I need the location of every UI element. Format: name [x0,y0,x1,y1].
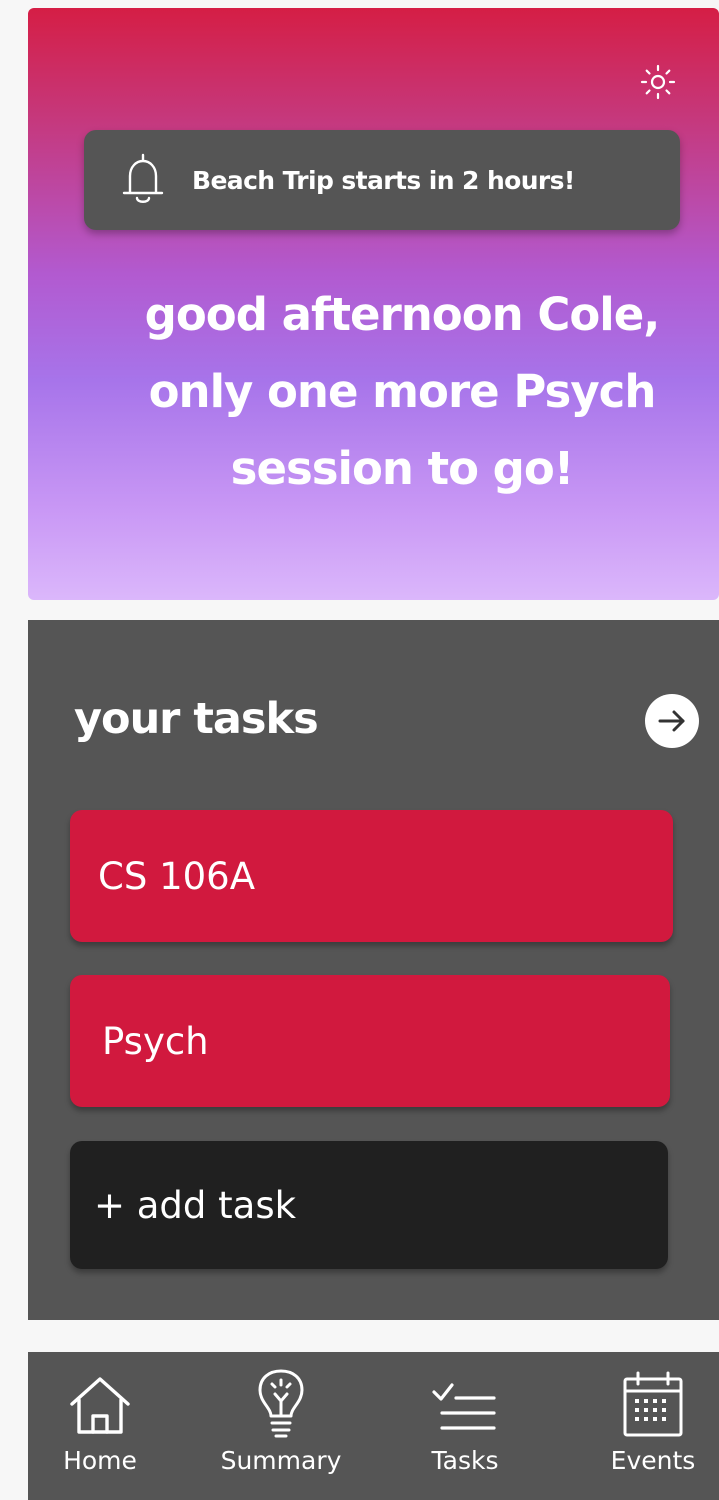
task-label: CS 106A [98,854,256,898]
greeting-line: session to go! [230,442,575,495]
home-icon [70,1377,130,1434]
event-notification[interactable]: Beach Trip starts in 2 hours! [84,130,680,230]
nav-item-home[interactable]: Home [48,1352,152,1500]
checklist-icon [432,1383,496,1430]
notification-text: Beach Trip starts in 2 hours! [192,165,575,195]
lightbulb-icon [258,1369,304,1438]
bottom-nav: Home Summary Tasks Events [28,1352,719,1500]
bell-icon [122,153,164,203]
task-label: Psych [102,1019,209,1063]
nav-item-tasks[interactable]: Tasks [412,1352,518,1500]
nav-label: Events [610,1446,696,1475]
task-card[interactable]: Psych [70,975,670,1107]
task-card[interactable]: CS 106A [70,810,673,942]
sun-icon[interactable] [640,64,676,100]
add-task-label: + add task [94,1183,297,1227]
add-task-button[interactable]: + add task [70,1141,668,1269]
nav-label: Summary [220,1446,342,1475]
greeting-message: good afternoon Cole, only one more Psych… [92,276,712,507]
nav-label: Tasks [431,1446,499,1475]
greeting-line: good afternoon Cole, [144,288,661,341]
calendar-icon [623,1371,683,1437]
nav-item-summary[interactable]: Summary [204,1352,358,1500]
nav-item-events[interactable]: Events [594,1352,712,1500]
arrow-right-circle-icon[interactable] [645,694,699,748]
nav-label: Home [63,1446,137,1475]
tasks-heading: your tasks [74,694,319,744]
greeting-line: only one more Psych [148,365,657,418]
